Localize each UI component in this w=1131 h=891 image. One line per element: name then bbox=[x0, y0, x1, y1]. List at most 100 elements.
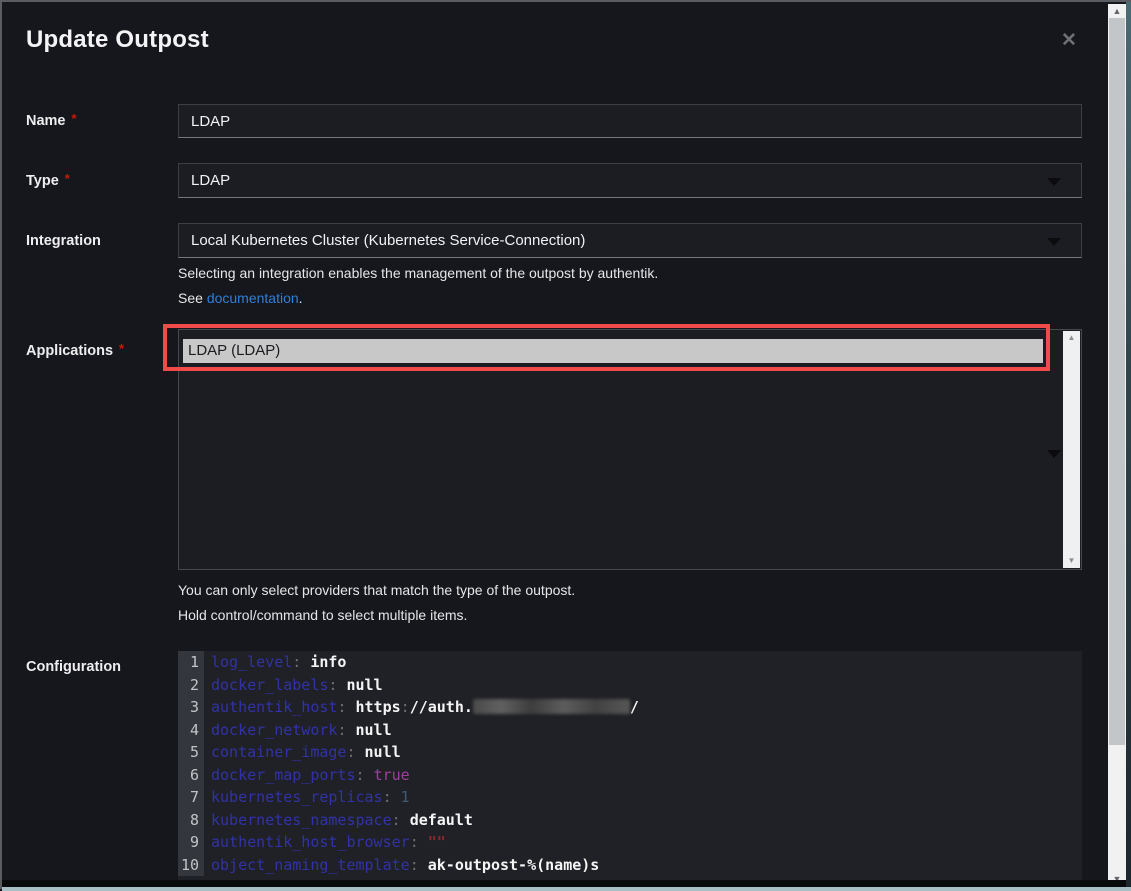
yaml-key: docker_labels bbox=[211, 676, 328, 694]
name-input[interactable] bbox=[178, 104, 1082, 138]
yaml-token: 1 bbox=[401, 788, 410, 806]
yaml-key: authentik_host bbox=[211, 698, 337, 716]
line-number: 7 bbox=[178, 786, 204, 809]
line-number: 4 bbox=[178, 719, 204, 742]
chevron-down-icon bbox=[1047, 238, 1061, 246]
line-content: docker_network: null bbox=[204, 719, 392, 742]
yaml-token: true bbox=[374, 766, 410, 784]
required-asterisk: * bbox=[72, 111, 77, 126]
code-line: 6docker_map_ports: true bbox=[178, 764, 1082, 787]
line-content: docker_map_ports: true bbox=[204, 764, 410, 787]
yaml-token: "" bbox=[428, 833, 446, 851]
code-line: 1log_level: info bbox=[178, 651, 1082, 674]
scroll-up-icon[interactable]: ▲ bbox=[1063, 331, 1080, 345]
applications-label: Applications* bbox=[26, 343, 124, 359]
yaml-token: default bbox=[410, 811, 473, 829]
code-line: 5container_image: null bbox=[178, 741, 1082, 764]
line-content: container_image: null bbox=[204, 741, 401, 764]
line-content: object_naming_template: ak-outpost-%(nam… bbox=[204, 854, 599, 877]
yaml-key: log_level bbox=[211, 653, 292, 671]
line-number: 2 bbox=[178, 674, 204, 697]
chevron-down-icon bbox=[1047, 178, 1061, 186]
yaml-key: docker_map_ports bbox=[211, 766, 356, 784]
yaml-token: : bbox=[328, 676, 346, 694]
yaml-token: : bbox=[410, 856, 428, 874]
update-outpost-modal: Update Outpost ✕ Name* Type* LDAP Integr… bbox=[0, 0, 1131, 889]
yaml-token: ak-outpost-%(name)s bbox=[428, 856, 600, 874]
name-label: Name* bbox=[26, 113, 77, 129]
integration-select-value: Local Kubernetes Cluster (Kubernetes Ser… bbox=[191, 232, 585, 249]
yaml-token: : bbox=[401, 698, 410, 716]
integration-select[interactable]: Local Kubernetes Cluster (Kubernetes Ser… bbox=[178, 223, 1082, 258]
yaml-token: / bbox=[630, 698, 639, 716]
code-line: 8kubernetes_namespace: default bbox=[178, 809, 1082, 832]
integration-label: Integration bbox=[26, 233, 101, 249]
yaml-key: docker_network bbox=[211, 721, 337, 739]
configuration-code-editor[interactable]: 1log_level: info2docker_labels: null3aut… bbox=[178, 651, 1082, 880]
window-right-edge bbox=[1126, 2, 1131, 891]
yaml-token: : bbox=[392, 811, 410, 829]
yaml-token: : bbox=[337, 721, 355, 739]
line-number: 10 bbox=[178, 854, 204, 877]
window-bottom-shadow bbox=[2, 880, 1126, 887]
chevron-down-icon bbox=[1047, 450, 1061, 458]
yaml-key: kubernetes_namespace bbox=[211, 811, 392, 829]
line-content: kubernetes_namespace: default bbox=[204, 809, 473, 832]
line-number: 6 bbox=[178, 764, 204, 787]
type-label: Type* bbox=[26, 173, 70, 189]
type-select-value: LDAP bbox=[191, 172, 230, 189]
line-number: 3 bbox=[178, 696, 204, 719]
code-line: 7kubernetes_replicas: 1 bbox=[178, 786, 1082, 809]
configuration-label: Configuration bbox=[26, 659, 121, 675]
close-icon[interactable]: ✕ bbox=[1056, 28, 1082, 54]
line-content: docker_labels: null bbox=[204, 674, 383, 697]
yaml-token: //auth. bbox=[410, 698, 473, 716]
line-number: 1 bbox=[178, 651, 204, 674]
page-title: Update Outpost bbox=[26, 26, 209, 54]
yaml-token: : bbox=[346, 743, 364, 761]
yaml-token: null bbox=[346, 676, 382, 694]
integration-help-text: Selecting an integration enables the man… bbox=[178, 265, 658, 281]
code-line: 3authentik_host: https://auth./ bbox=[178, 696, 1082, 719]
yaml-token: : bbox=[356, 766, 374, 784]
yaml-token: https bbox=[356, 698, 401, 716]
line-number: 5 bbox=[178, 741, 204, 764]
yaml-token: : bbox=[292, 653, 310, 671]
yaml-token: null bbox=[365, 743, 401, 761]
integration-doc-line: See documentation. bbox=[178, 290, 303, 306]
yaml-key: authentik_host_browser bbox=[211, 833, 410, 851]
line-number: 9 bbox=[178, 831, 204, 854]
yaml-key: container_image bbox=[211, 743, 346, 761]
listbox-scrollbar[interactable]: ▲ ▼ bbox=[1063, 331, 1080, 568]
required-asterisk: * bbox=[119, 341, 124, 356]
page-scrollbar-thumb[interactable] bbox=[1109, 18, 1125, 745]
applications-option-selected[interactable]: LDAP (LDAP) bbox=[183, 339, 1043, 363]
code-line: 2docker_labels: null bbox=[178, 674, 1082, 697]
yaml-token: : bbox=[383, 788, 401, 806]
line-content: authentik_host_browser: "" bbox=[204, 831, 446, 854]
line-content: log_level: info bbox=[204, 651, 346, 674]
code-lines: 1log_level: info2docker_labels: null3aut… bbox=[178, 651, 1082, 876]
applications-help-text-1: You can only select providers that match… bbox=[178, 582, 575, 598]
yaml-token: null bbox=[356, 721, 392, 739]
window-bottom-edge bbox=[2, 887, 1131, 891]
code-line: 9authentik_host_browser: "" bbox=[178, 831, 1082, 854]
yaml-token: info bbox=[310, 653, 346, 671]
required-asterisk: * bbox=[65, 171, 70, 186]
scroll-up-icon[interactable]: ▲ bbox=[1108, 4, 1126, 19]
documentation-link[interactable]: documentation bbox=[207, 290, 299, 306]
line-number: 8 bbox=[178, 809, 204, 832]
code-line: 10object_naming_template: ak-outpost-%(n… bbox=[178, 854, 1082, 877]
line-content: authentik_host: https://auth./ bbox=[204, 696, 639, 719]
line-content: kubernetes_replicas: 1 bbox=[204, 786, 410, 809]
yaml-token: : bbox=[337, 698, 355, 716]
redacted-blur bbox=[473, 699, 630, 714]
yaml-key: object_naming_template bbox=[211, 856, 410, 874]
scroll-down-icon[interactable]: ▼ bbox=[1063, 554, 1080, 568]
yaml-token: : bbox=[410, 833, 428, 851]
applications-help-text-2: Hold control/command to select multiple … bbox=[178, 607, 467, 623]
type-select[interactable]: LDAP bbox=[178, 163, 1082, 198]
code-line: 4docker_network: null bbox=[178, 719, 1082, 742]
yaml-key: kubernetes_replicas bbox=[211, 788, 383, 806]
applications-listbox[interactable]: LDAP (LDAP) ▲ ▼ bbox=[178, 329, 1082, 570]
